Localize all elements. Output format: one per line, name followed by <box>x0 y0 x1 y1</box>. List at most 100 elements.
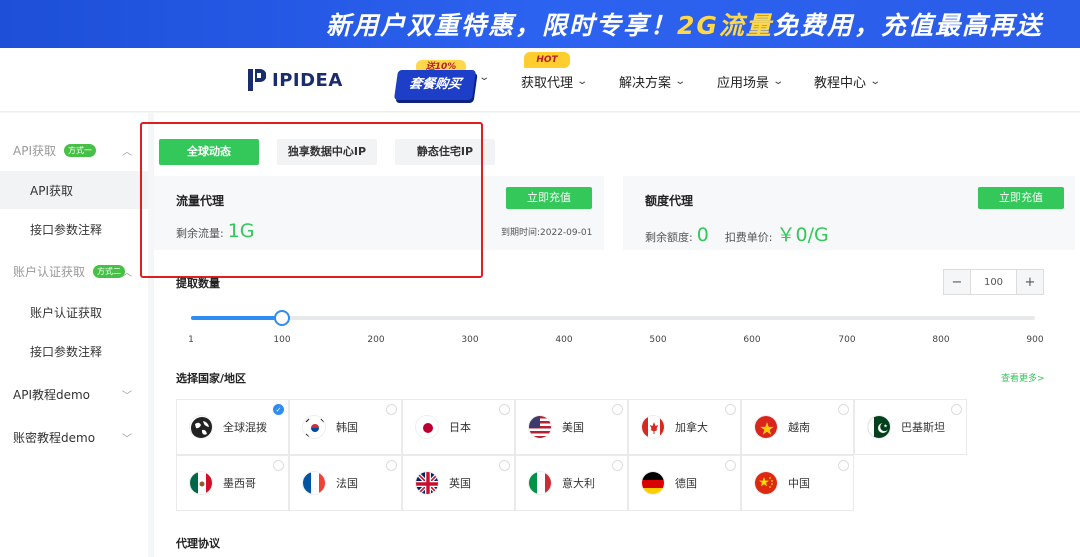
sidebar-group-password-demo[interactable]: 账密教程demo ﹀ <box>0 418 148 456</box>
nav-tutorials[interactable]: 教程中心 ⌄ <box>814 72 882 91</box>
chevron-down-icon: ⌄ <box>772 76 785 87</box>
extract-count-label: 提取数量 <box>176 277 220 290</box>
quantity-slider[interactable] <box>191 316 1035 320</box>
flow-recharge-button[interactable]: 立即充值 <box>506 187 592 209</box>
logo-icon <box>248 69 266 91</box>
radio-icon[interactable] <box>725 460 736 471</box>
radio-icon[interactable] <box>838 460 849 471</box>
slider-tick-label: 800 <box>932 335 950 345</box>
country-option[interactable]: 全球混拨 ✓ <box>176 399 289 455</box>
radio-icon[interactable] <box>386 460 397 471</box>
check-icon[interactable]: ✓ <box>273 404 284 415</box>
flag-mx-icon <box>189 471 213 495</box>
hot-badge: HOT <box>524 52 570 68</box>
radio-icon[interactable] <box>838 404 849 415</box>
flag-cn-icon <box>754 471 778 495</box>
country-name: 意大利 <box>562 477 595 490</box>
radio-icon[interactable] <box>386 404 397 415</box>
globe-icon <box>189 415 213 439</box>
chevron-down-icon: ﹀ <box>122 433 132 445</box>
slider-handle[interactable] <box>274 310 290 326</box>
country-option[interactable]: 日本 <box>402 399 515 455</box>
sidebar-group-api-demo[interactable]: API教程demo ﹀ <box>0 375 148 413</box>
quota-proxy-card: 额度代理 剩余额度: 0 扣费单价: ￥0/G 立即充值 <box>623 176 1075 250</box>
radio-icon[interactable] <box>499 460 510 471</box>
sidebar-item-api-get[interactable]: API获取 <box>0 171 148 209</box>
country-option[interactable]: 意大利 <box>515 455 628 511</box>
radio-icon[interactable] <box>273 460 284 471</box>
quota-remaining-value: 0 <box>696 224 709 246</box>
logo[interactable]: IPIDEA <box>248 68 343 92</box>
nav-get-proxy[interactable]: 获取代理 ⌄ <box>521 72 589 91</box>
slider-tick-label: 1 <box>188 335 194 345</box>
price-value: ￥0/G <box>776 224 829 246</box>
country-option[interactable]: 德国 <box>628 455 741 511</box>
banner-text: 新用户双重特惠，限时专享！2G流量免费用，充值最高再送 <box>326 11 1043 40</box>
decrement-button[interactable]: − <box>944 270 970 294</box>
quota-recharge-button[interactable]: 立即充值 <box>978 187 1064 209</box>
radio-icon[interactable] <box>612 460 623 471</box>
country-name: 韩国 <box>336 421 358 434</box>
highlight-annotation-box <box>140 122 483 278</box>
flag-ca-icon <box>641 415 665 439</box>
logo-text: IPIDEA <box>272 69 343 91</box>
slider-tick-label: 900 <box>1026 335 1044 345</box>
expire-date: 到期时间:2022-09-01 <box>501 228 593 238</box>
country-name: 加拿大 <box>675 421 708 434</box>
package-purchase-button[interactable]: 送10% 套餐购买 <box>393 60 477 102</box>
promo-chevron-icon[interactable]: ⌄ <box>478 72 490 83</box>
quota-remaining: 剩余额度: 0 扣费单价: ￥0/G <box>645 220 829 247</box>
protocol-label: 代理协议 <box>176 537 220 550</box>
country-option[interactable]: 韩国 <box>289 399 402 455</box>
slider-tick-label: 500 <box>649 335 667 345</box>
country-name: 巴基斯坦 <box>901 421 945 434</box>
country-name: 英国 <box>449 477 471 490</box>
country-option[interactable]: 越南 <box>741 399 854 455</box>
sidebar-item-account-params[interactable]: 接口参数注释 <box>0 332 148 370</box>
chevron-up-icon: ︿ <box>122 267 132 279</box>
flag-us-icon <box>528 415 552 439</box>
country-label: 选择国家/地区 <box>176 372 247 385</box>
slider-tick-label: 200 <box>367 335 385 345</box>
country-option[interactable]: 英国 <box>402 455 515 511</box>
nav-scenarios[interactable]: 应用场景 ⌄ <box>717 72 785 91</box>
chevron-down-icon: ⌄ <box>869 76 882 87</box>
country-option[interactable]: 巴基斯坦 <box>854 399 967 455</box>
country-option[interactable]: 墨西哥 <box>176 455 289 511</box>
chevron-up-icon: ︿ <box>122 146 132 158</box>
country-name: 全球混拨 <box>223 421 267 434</box>
country-name: 日本 <box>449 421 471 434</box>
country-name: 墨西哥 <box>223 477 256 490</box>
sidebar-item-api-params[interactable]: 接口参数注释 <box>0 210 148 248</box>
sidebar-group-api[interactable]: API获取 方式一 ︿ <box>0 131 148 169</box>
country-option[interactable]: 美国 <box>515 399 628 455</box>
view-more-link[interactable]: 查看更多> <box>1001 371 1045 384</box>
sidebar-group-account[interactable]: 账户认证获取 方式二 ︿ <box>0 252 148 290</box>
promo-label: 套餐购买 <box>393 70 477 100</box>
chevron-down-icon: ⌄ <box>674 76 687 87</box>
flag-kr-icon <box>302 415 326 439</box>
radio-icon[interactable] <box>951 404 962 415</box>
chevron-down-icon: ⌄ <box>576 76 589 87</box>
nav-solutions[interactable]: 解决方案 ⌄ <box>619 72 687 91</box>
country-option[interactable]: 法国 <box>289 455 402 511</box>
flag-pk-icon <box>867 415 891 439</box>
radio-icon[interactable] <box>499 404 510 415</box>
country-option[interactable]: 加拿大 <box>628 399 741 455</box>
card-title: 额度代理 <box>645 194 694 208</box>
sidebar: API获取 方式一 ︿ API获取 接口参数注释 账户认证获取 方式二 ︿ 账户… <box>0 113 148 557</box>
flag-de-icon <box>641 471 665 495</box>
radio-icon[interactable] <box>725 404 736 415</box>
promo-banner[interactable]: 新用户双重特惠，限时专享！2G流量免费用，充值最高再送 <box>0 0 1080 48</box>
country-name: 美国 <box>562 421 584 434</box>
increment-button[interactable]: + <box>1017 270 1043 294</box>
quantity-stepper: − 100 + <box>943 269 1044 295</box>
quantity-input[interactable]: 100 <box>970 270 1017 294</box>
slider-fill <box>191 316 282 320</box>
radio-icon[interactable] <box>612 404 623 415</box>
slider-tick-label: 600 <box>743 335 761 345</box>
sidebar-item-account-get[interactable]: 账户认证获取 <box>0 293 148 331</box>
country-option[interactable]: 中国 <box>741 455 854 511</box>
flag-jp-icon <box>415 415 439 439</box>
country-name: 中国 <box>788 477 810 490</box>
